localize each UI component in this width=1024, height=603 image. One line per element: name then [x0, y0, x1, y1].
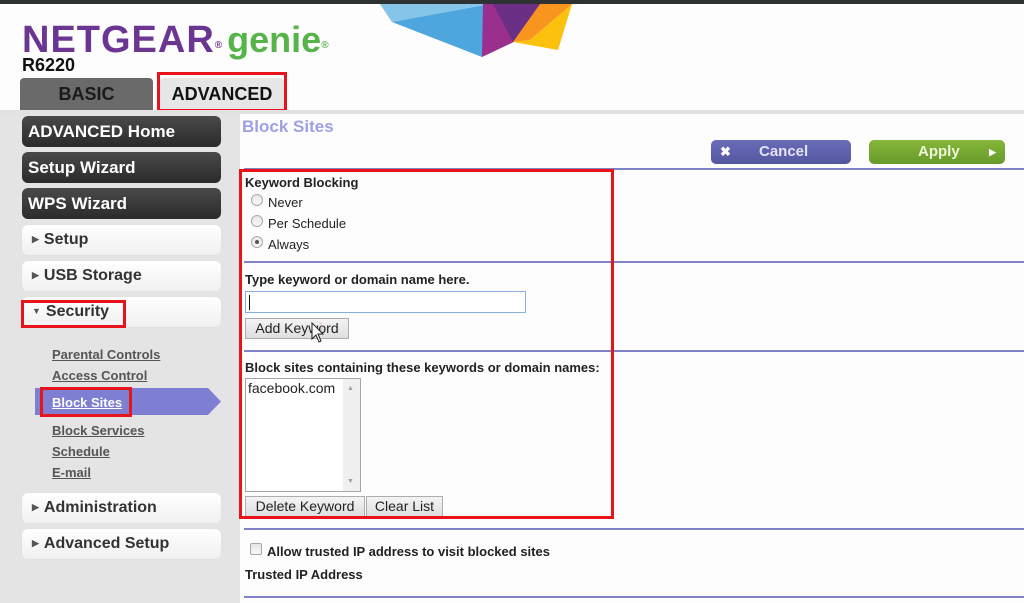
close-icon: ✖ — [720, 144, 731, 159]
sidebar-subitem-schedule[interactable]: Schedule — [52, 444, 110, 459]
sidebar-subitem-access-control[interactable]: Access Control — [52, 368, 147, 383]
highlight-box-keyword-section — [239, 169, 614, 519]
sidebar-subitem-block-services[interactable]: Block Services — [52, 423, 145, 438]
triangle-right-icon: ▶ — [32, 234, 39, 244]
sidebar-item-advanced-home[interactable]: ADVANCED Home — [22, 116, 221, 147]
sidebar-section-label: Administration — [43, 499, 157, 516]
highlight-box-block-sites — [40, 387, 132, 417]
apply-label: Apply — [918, 143, 960, 160]
sidebar-section-administration[interactable]: ▶ Administration — [22, 493, 221, 523]
highlight-box-advanced-tab — [157, 72, 287, 112]
sidebar-subitem-email[interactable]: E-mail — [52, 465, 91, 480]
sidebar-section-usb-storage[interactable]: ▶ USB Storage — [22, 261, 221, 291]
highlight-box-security — [21, 300, 126, 328]
sidebar-item-wps-wizard[interactable]: WPS Wizard — [22, 188, 221, 219]
sidebar-section-setup[interactable]: ▶ Setup — [22, 225, 221, 255]
sidebar-subitem-parental-controls[interactable]: Parental Controls — [52, 347, 160, 362]
router-model: R6220 — [22, 55, 76, 75]
page-title: Block Sites — [242, 117, 334, 136]
sidebar-section-label: Setup — [43, 231, 89, 248]
triangle-right-icon: ▶ — [989, 147, 996, 157]
apply-button[interactable]: Apply ▶ — [869, 140, 1005, 164]
triangle-right-icon: ▶ — [32, 270, 39, 280]
registered-mark: ® — [321, 40, 330, 51]
sidebar-item-setup-wizard[interactable]: Setup Wizard — [22, 152, 221, 183]
allow-trusted-ip-checkbox[interactable] — [250, 543, 262, 555]
sidebar-section-advanced-setup[interactable]: ▶ Advanced Setup — [22, 529, 221, 559]
decorative-polygons-graphic — [380, 4, 572, 57]
sidebar-section-label: Advanced Setup — [43, 535, 170, 552]
product-name: genie — [227, 19, 322, 60]
tab-basic[interactable]: BASIC — [20, 78, 153, 112]
sidebar-section-label: USB Storage — [43, 267, 142, 284]
trusted-ip-label: Trusted IP Address — [245, 567, 363, 582]
netgear-genie-logo: NETGEAR® genie® — [22, 19, 330, 61]
allow-trusted-ip-label: Allow trusted IP address to visit blocke… — [267, 544, 550, 559]
cancel-button[interactable]: ✖ Cancel — [711, 140, 851, 164]
divider — [244, 528, 1024, 530]
triangle-right-icon: ▶ — [32, 502, 39, 512]
divider — [244, 596, 1024, 598]
cancel-label: Cancel — [759, 143, 809, 160]
registered-mark: ® — [214, 40, 224, 51]
triangle-right-icon: ▶ — [32, 538, 39, 548]
